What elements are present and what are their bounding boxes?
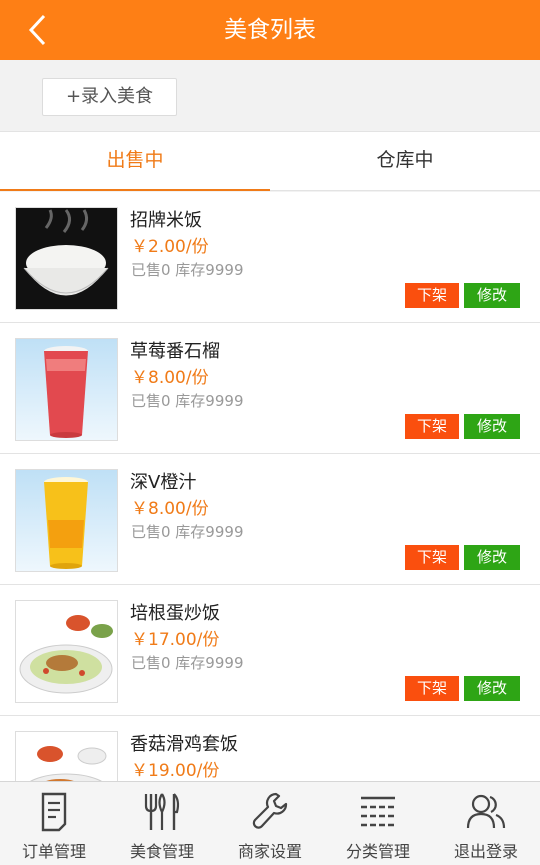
list-item: 草莓番石榴 ￥8.00/份 已售0 库存9999 下架 修改: [0, 323, 540, 454]
food-list: 招牌米饭 ￥2.00/份 已售0 库存9999 下架 修改 草莓番石榴 ￥8.0…: [0, 192, 540, 781]
food-stock: 已售0 库存9999: [131, 523, 244, 541]
list-item: 深V橙汁 ￥8.00/份 已售0 库存9999 下架 修改: [0, 454, 540, 585]
food-price: ￥17.00/份: [131, 630, 220, 650]
list-item: 招牌米饭 ￥2.00/份 已售0 库存9999 下架 修改: [0, 192, 540, 323]
tab-label: 订单管理: [21, 842, 86, 861]
food-name: 草莓番石榴: [130, 341, 220, 362]
food-image-orange-juice: [15, 469, 118, 572]
category-list-icon: [361, 796, 395, 827]
add-food-button[interactable]: +录入美食: [42, 78, 177, 116]
cutlery-icon: [144, 793, 180, 830]
users-icon: [466, 794, 506, 829]
food-price: ￥2.00/份: [131, 237, 209, 257]
tab-merchant-settings[interactable]: 商家设置: [216, 782, 324, 865]
bottom-tab-bar: 订单管理 美食管理 商家设置 分类管理 退出登录: [0, 781, 540, 865]
tab-label: 商家设置: [237, 842, 302, 861]
order-document-icon: [41, 792, 67, 832]
take-off-button[interactable]: 下架: [405, 545, 459, 570]
edit-button[interactable]: 修改: [464, 545, 520, 570]
food-stock: 已售0 库存9999: [131, 654, 244, 672]
page-title: 美食列表: [224, 17, 316, 43]
food-name: 招牌米饭: [130, 210, 202, 231]
list-item: 香菇滑鸡套饭 ￥19.00/份: [0, 716, 540, 781]
wrench-icon: [252, 792, 288, 829]
food-stock: 已售0 库存9999: [131, 261, 244, 279]
food-price: ￥19.00/份: [131, 761, 220, 781]
action-bar: +录入美食: [0, 60, 540, 132]
tab-label: 分类管理: [345, 842, 410, 861]
take-off-button[interactable]: 下架: [405, 414, 459, 439]
food-name: 香菇滑鸡套饭: [130, 734, 238, 755]
app-header: 美食列表: [0, 0, 540, 60]
tab-category-management[interactable]: 分类管理: [324, 782, 432, 865]
food-name: 培根蛋炒饭: [130, 603, 220, 624]
food-price: ￥8.00/份: [131, 499, 209, 519]
tab-in-warehouse[interactable]: 仓库中: [270, 132, 540, 190]
take-off-button[interactable]: 下架: [405, 676, 459, 701]
edit-button[interactable]: 修改: [464, 676, 520, 701]
tab-food-management[interactable]: 美食管理: [108, 782, 216, 865]
food-image-strawberry-guava: [15, 338, 118, 441]
food-image-rice: [15, 207, 118, 310]
tab-on-sale[interactable]: 出售中: [0, 132, 270, 191]
take-off-button[interactable]: 下架: [405, 283, 459, 308]
tab-label: 美食管理: [129, 842, 194, 861]
tab-label: 退出登录: [453, 842, 518, 861]
food-price: ￥8.00/份: [131, 368, 209, 388]
tab-logout[interactable]: 退出登录: [432, 782, 540, 865]
food-name: 深V橙汁: [130, 472, 197, 493]
food-stock: 已售0 库存9999: [131, 392, 244, 410]
tab-order-management[interactable]: 订单管理: [0, 782, 108, 865]
edit-button[interactable]: 修改: [464, 414, 520, 439]
food-image-fried-rice: [15, 600, 118, 703]
edit-button[interactable]: 修改: [464, 283, 520, 308]
food-image-chicken-set: [15, 731, 118, 781]
list-item: 培根蛋炒饭 ￥17.00/份 已售0 库存9999 下架 修改: [0, 585, 540, 716]
status-tabs: 出售中 仓库中: [0, 132, 540, 191]
